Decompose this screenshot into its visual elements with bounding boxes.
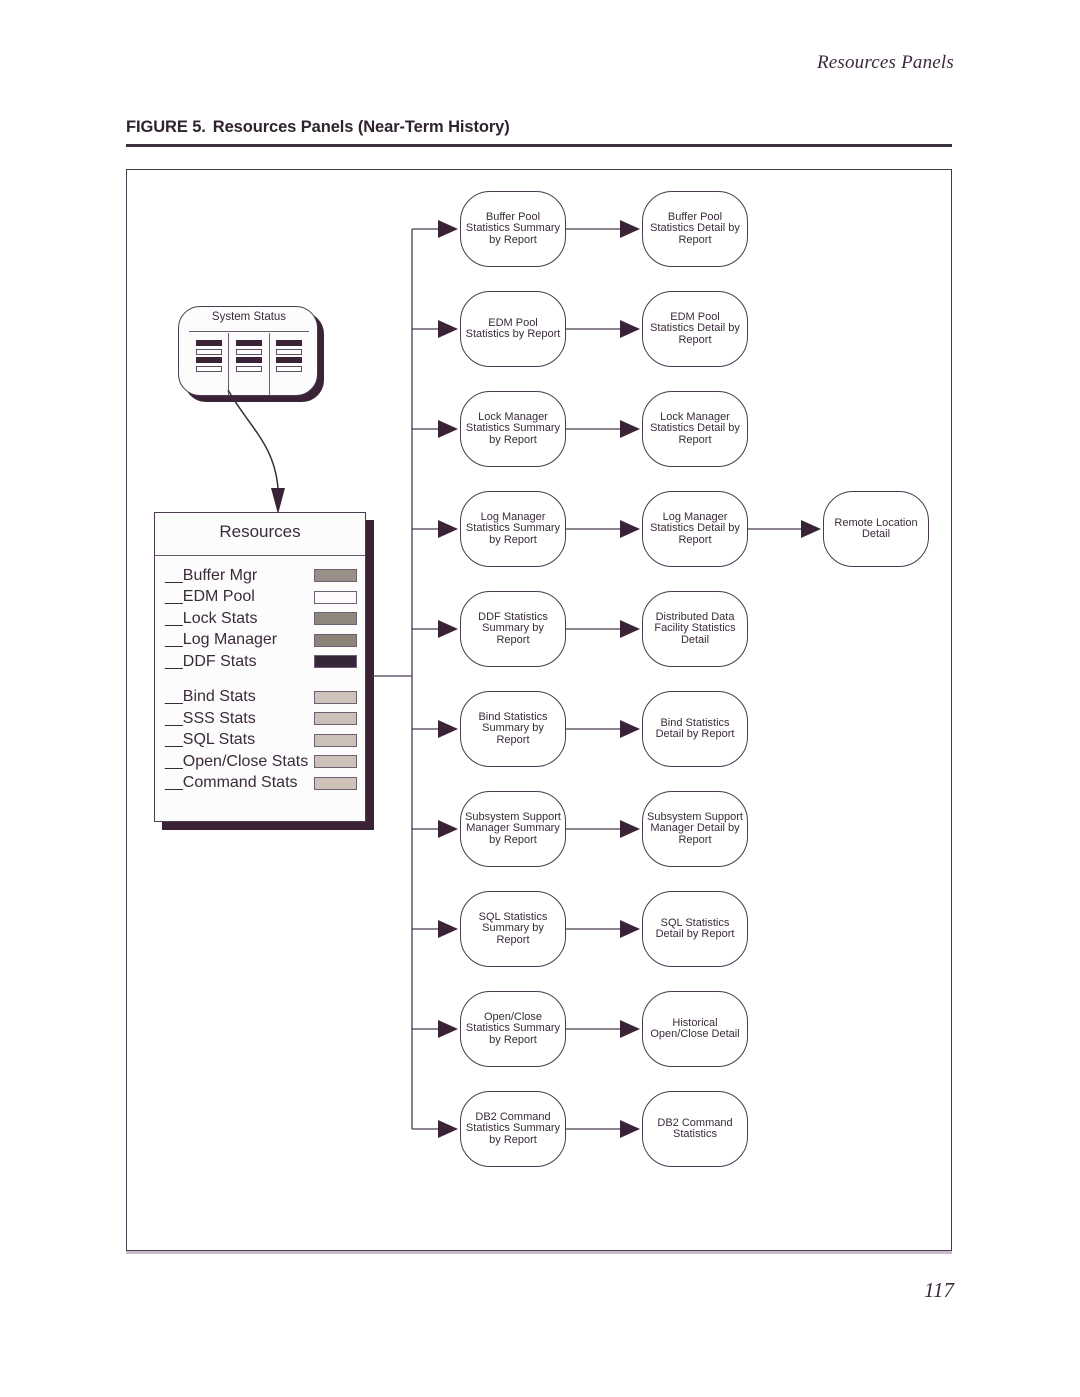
page-number: 117 [924, 1278, 954, 1302]
flow-diagram: Buffer Pool Statistics Summary by Report… [126, 169, 952, 1251]
node-buffer-pool-detail[interactable]: Buffer Pool Statistics Detail by Report [642, 191, 748, 267]
node-label: Lock Manager Statistics Detail by Report [650, 410, 740, 446]
node-label: DDF Statistics Summary by Report [478, 610, 548, 646]
node-label: Bind Statistics Detail by Report [655, 716, 735, 740]
node-buffer-pool-summary[interactable]: Buffer Pool Statistics Summary by Report [460, 191, 566, 267]
node-edm-pool-detail[interactable]: EDM Pool Statistics Detail by Report [642, 291, 748, 367]
node-label: EDM Pool Statistics Detail by Report [650, 310, 740, 346]
node-sql-detail[interactable]: SQL Statistics Detail by Report [642, 891, 748, 967]
node-log-manager-third[interactable]: Remote Location Detail [823, 491, 929, 567]
node-label: Distributed Data Facility Statistics Det… [654, 610, 736, 646]
node-label: DB2 Command Statistics Summary by Report [465, 1110, 561, 1146]
figure-caption: FIGURE 5. Resources Panels (Near-Term His… [126, 118, 952, 137]
node-db2-command-detail[interactable]: DB2 Command Statistics [642, 1091, 748, 1167]
node-label: EDM Pool Statistics by Report [465, 316, 561, 340]
footer-rule [126, 1251, 952, 1254]
node-bind-detail[interactable]: Bind Statistics Detail by Report [642, 691, 748, 767]
node-ddf-detail[interactable]: Distributed Data Facility Statistics Det… [642, 591, 748, 667]
node-label: Bind Statistics Summary by Report [478, 710, 548, 746]
node-db2-command-summary[interactable]: DB2 Command Statistics Summary by Report [460, 1091, 566, 1167]
node-label: Open/Close Statistics Summary by Report [465, 1010, 561, 1046]
running-head: Resources Panels [816, 52, 954, 73]
node-label: Buffer Pool Statistics Summary by Report [465, 210, 561, 246]
node-label: Log Manager Statistics Detail by Report [650, 510, 740, 546]
node-log-manager-summary[interactable]: Log Manager Statistics Summary by Report [460, 491, 566, 567]
node-open-close-summary[interactable]: Open/Close Statistics Summary by Report [460, 991, 566, 1067]
node-lock-manager-summary[interactable]: Lock Manager Statistics Summary by Repor… [460, 391, 566, 467]
caption-rule [126, 144, 952, 147]
node-bind-summary[interactable]: Bind Statistics Summary by Report [460, 691, 566, 767]
node-sql-summary[interactable]: SQL Statistics Summary by Report [460, 891, 566, 967]
node-label: Lock Manager Statistics Summary by Repor… [465, 410, 561, 446]
node-label: SQL Statistics Detail by Report [655, 916, 735, 940]
node-edm-pool-summary[interactable]: EDM Pool Statistics by Report [460, 291, 566, 367]
node-label: SQL Statistics Summary by Report [478, 910, 548, 946]
figure-title: Resources Panels (Near-Term History) [212, 118, 510, 136]
node-log-manager-detail[interactable]: Log Manager Statistics Detail by Report [642, 491, 748, 567]
node-subsystem-support-summary[interactable]: Subsystem Support Manager Summary by Rep… [460, 791, 566, 867]
node-label: Historical Open/Close Detail [650, 1016, 740, 1040]
node-lock-manager-detail[interactable]: Lock Manager Statistics Detail by Report [642, 391, 748, 467]
node-subsystem-support-detail[interactable]: Subsystem Support Manager Detail by Repo… [642, 791, 748, 867]
node-label: Buffer Pool Statistics Detail by Report [650, 210, 740, 246]
node-label: Subsystem Support Manager Summary by Rep… [465, 810, 561, 846]
node-label: Subsystem Support Manager Detail by Repo… [647, 810, 743, 846]
node-label: Remote Location Detail [834, 516, 918, 540]
node-ddf-summary[interactable]: DDF Statistics Summary by Report [460, 591, 566, 667]
node-label: DB2 Command Statistics [657, 1116, 733, 1140]
figure-label: FIGURE 5. [126, 118, 206, 136]
node-label: Log Manager Statistics Summary by Report [465, 510, 561, 546]
node-open-close-detail[interactable]: Historical Open/Close Detail [642, 991, 748, 1067]
